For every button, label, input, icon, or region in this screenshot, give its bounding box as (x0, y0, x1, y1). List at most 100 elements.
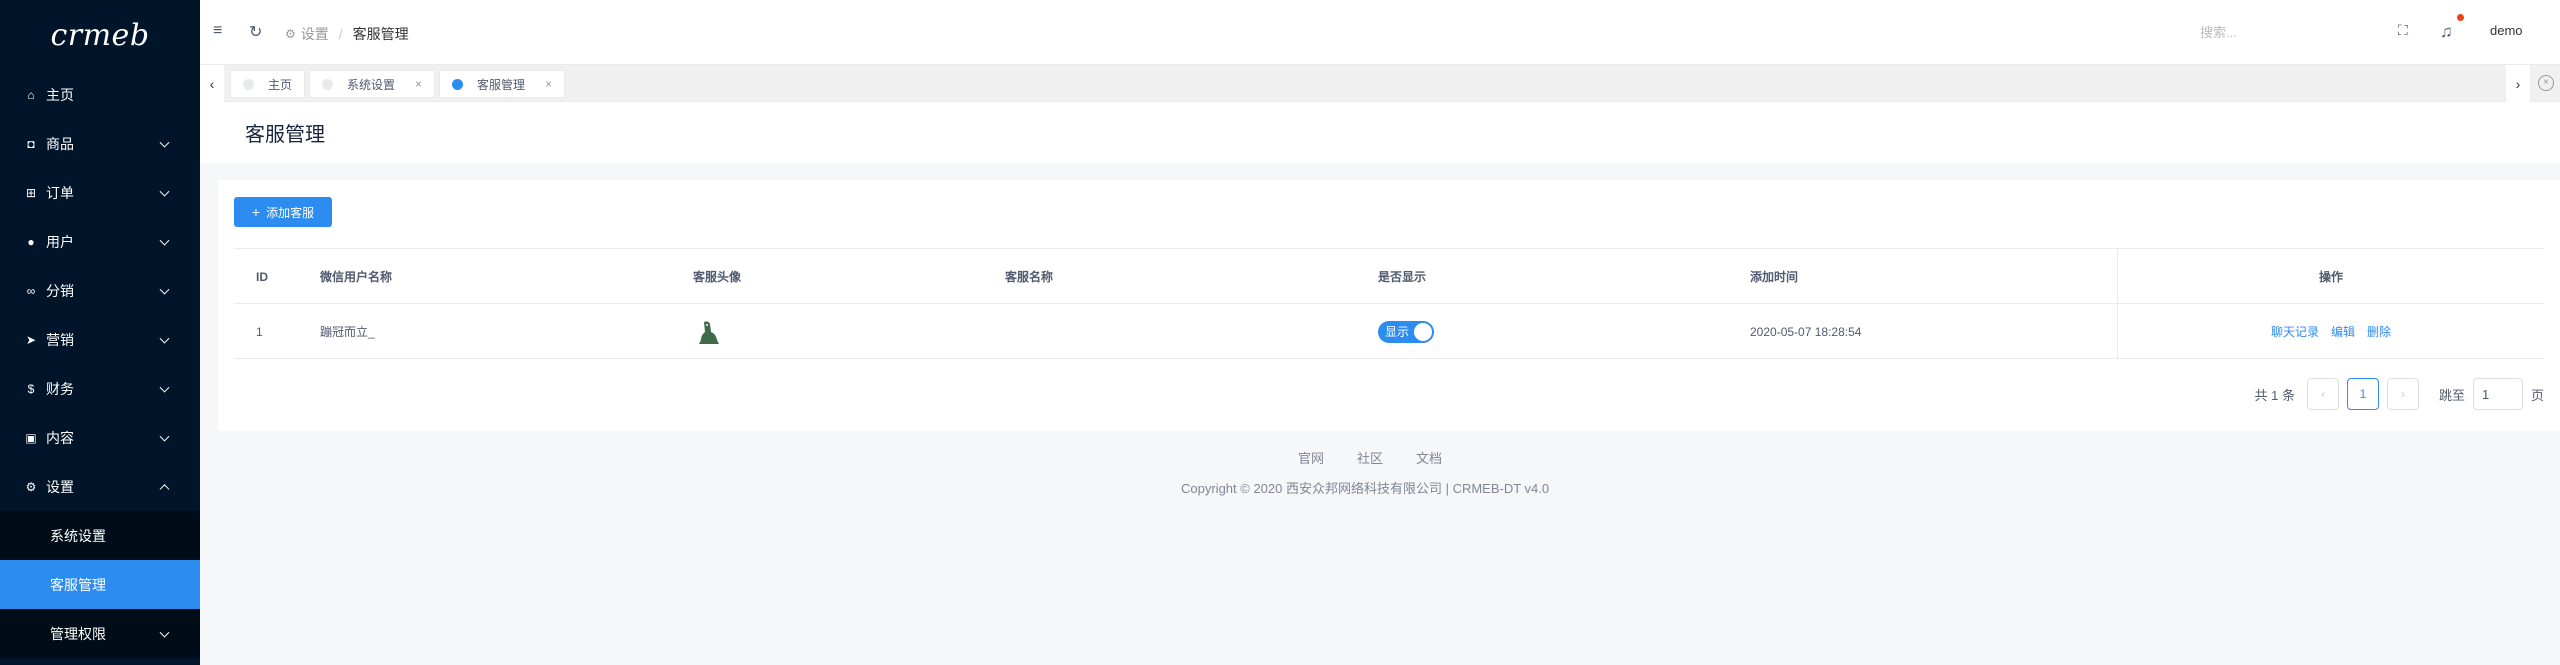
tab-customer-service[interactable]: 客服管理 × (439, 70, 566, 98)
sidebar-item-marketing[interactable]: ➤ 营销 (0, 315, 200, 364)
chat-history-link[interactable]: 聊天记录 (2271, 323, 2319, 340)
avatar (695, 304, 723, 359)
sidebar-item-label: 商品 (46, 135, 74, 152)
plus-icon: + (251, 204, 261, 220)
sidebar-subitem-permissions[interactable]: 管理权限 (0, 609, 200, 658)
chevron-down-icon (159, 235, 170, 246)
page-unit-label: 页 (2530, 387, 2544, 403)
action-links: 聊天记录 编辑 删除 (2118, 304, 2544, 359)
tab-dot (322, 78, 334, 90)
gear-icon: ⚙ (25, 479, 37, 494)
home-icon: ⌂ (27, 87, 35, 102)
sidebar-item-goods[interactable]: ◘ 商品 (0, 119, 200, 168)
cell-actions: 聊天记录 编辑 删除 (2117, 304, 2544, 359)
prev-page-button[interactable]: ‹ (2306, 378, 2339, 410)
fullscreen-icon[interactable]: ⛶ (2398, 22, 2408, 39)
next-page-button[interactable]: › (2386, 378, 2419, 410)
add-service-button[interactable]: + 添加客服 (234, 197, 332, 227)
cart-icon: ⊞ (25, 185, 37, 200)
refresh-icon[interactable]: ↻ (249, 22, 262, 42)
chevron-down-icon (159, 137, 170, 148)
user-icon: ● (27, 234, 35, 249)
breadcrumb-item[interactable]: 设置 (301, 24, 329, 44)
sidebar-item-label: 分销 (46, 282, 74, 299)
toggle-knob (1414, 322, 1432, 341)
table-row: 1 蹦冠而立_ 显示 2020-05-07 18:28:54 聊天记录 编辑 删… (234, 304, 2544, 359)
breadcrumb-separator: / (338, 26, 343, 42)
footer-link-community[interactable]: 社区 (1357, 448, 1383, 467)
tab-dot (243, 78, 254, 90)
sidebar-item-label: 内容 (46, 429, 74, 446)
tabs-list: 主页 系统设置 × 客服管理 × (230, 70, 569, 98)
goods-icon: ◘ (27, 136, 35, 151)
toggle-label: 显示 (1385, 325, 1410, 339)
breadcrumb: ⚙ 设置 / 客服管理 (285, 24, 409, 44)
cell-wx-name: 蹦冠而立_ (320, 325, 375, 339)
page-jumper: 跳至 1 页 (2439, 378, 2544, 410)
avatar-image (699, 320, 719, 344)
tab-system-settings[interactable]: 系统设置 × (309, 70, 436, 98)
footer-link-docs[interactable]: 文档 (1416, 448, 1442, 467)
col-header-time: 添加时间 (1750, 270, 1799, 284)
close-icon[interactable]: × (545, 77, 552, 91)
chevron-down-icon (159, 431, 170, 442)
chevron-down-icon (159, 284, 170, 295)
marketing-icon: ➤ (25, 332, 37, 347)
finance-icon: $ (27, 381, 35, 396)
add-button-label: 添加客服 (266, 205, 315, 220)
sidebar-item-label: 系统设置 (50, 527, 106, 544)
page-title: 客服管理 (200, 102, 2560, 163)
tabs-next-icon[interactable]: › (2506, 65, 2530, 103)
show-toggle[interactable]: 显示 (1378, 320, 1434, 343)
sidebar-subitem-customer-service[interactable]: 客服管理 (0, 560, 200, 609)
footer-links: 官网 社区 文档 (1298, 448, 1442, 467)
tab-label: 主页 (268, 77, 293, 92)
notification-badge (2457, 14, 2464, 21)
edit-link[interactable]: 编辑 (2331, 323, 2355, 340)
chevron-down-icon (159, 333, 170, 344)
tab-home[interactable]: 主页 (230, 70, 306, 98)
breadcrumb-current: 客服管理 (352, 26, 409, 42)
page-button[interactable]: 1 (2346, 378, 2379, 410)
sidebar-item-label: 财务 (46, 380, 74, 397)
tabs-prev-icon[interactable]: ‹ (200, 65, 224, 103)
sidebar-item-finance[interactable]: $ 财务 (0, 364, 200, 413)
sidebar-item-users[interactable]: ● 用户 (0, 217, 200, 266)
sidebar-item-content[interactable]: ▣ 内容 (0, 413, 200, 462)
search-input[interactable]: 搜索... (2200, 22, 2360, 41)
col-header-id: ID (256, 269, 268, 284)
bell-icon[interactable]: ♫ (2440, 22, 2453, 42)
table-header-row: ID 微信用户名称 客服头像 客服名称 是否显示 添加时间 操作 (234, 249, 2544, 304)
sidebar-item-home[interactable]: ⌂ 主页 (0, 70, 200, 119)
delete-link[interactable]: 删除 (2367, 323, 2391, 340)
content-card: + 添加客服 ID 微信用户名称 客服头像 客服名称 是否显示 添加时间 操作 … (218, 180, 2560, 431)
logo[interactable]: crmeb (0, 0, 200, 70)
sidebar-item-orders[interactable]: ⊞ 订单 (0, 168, 200, 217)
sidebar: crmeb ⌂ 主页 ◘ 商品 ⊞ 订单 ● 用户 ∞ 分销 ➤ 营销 $ 财务… (0, 0, 200, 665)
sidebar-subitem-system-settings[interactable]: 系统设置 (0, 511, 200, 560)
user-name[interactable]: demo (2490, 23, 2523, 38)
close-icon[interactable]: × (415, 77, 422, 91)
menu-toggle-icon[interactable]: ≡ (213, 22, 222, 40)
pagination-total: 共 1 条 (2254, 387, 2295, 403)
cell-time: 2020-05-07 18:28:54 (1750, 324, 1862, 339)
col-header-avatar: 客服头像 (693, 270, 742, 284)
gear-icon: ⚙ (285, 27, 296, 41)
col-header-show: 是否显示 (1378, 270, 1427, 284)
sidebar-item-label: 用户 (46, 233, 74, 250)
col-header-actions: 操作 (2318, 270, 2343, 284)
sidebar-item-distribution[interactable]: ∞ 分销 (0, 266, 200, 315)
tab-dot (452, 78, 464, 90)
sidebar-item-settings[interactable]: ⚙ 设置 (0, 462, 200, 511)
pagination: 共 1 条 ‹ 1 › 跳至 1 页 (2254, 378, 2544, 410)
sidebar-item-label: 客服管理 (50, 576, 106, 593)
close-all-tabs-icon[interactable]: × (2538, 75, 2554, 91)
top-header: ≡ ↻ ⚙ 设置 / 客服管理 搜索... ⛶ ♫ demo (200, 0, 2560, 64)
chevron-down-icon (159, 186, 170, 197)
footer-link-official[interactable]: 官网 (1298, 448, 1324, 467)
chevron-up-icon (159, 483, 170, 494)
sidebar-item-label: 主页 (46, 86, 74, 103)
jump-page-input[interactable]: 1 (2472, 378, 2523, 410)
sidebar-item-label: 设置 (46, 478, 74, 495)
cell-id: 1 (256, 324, 263, 339)
